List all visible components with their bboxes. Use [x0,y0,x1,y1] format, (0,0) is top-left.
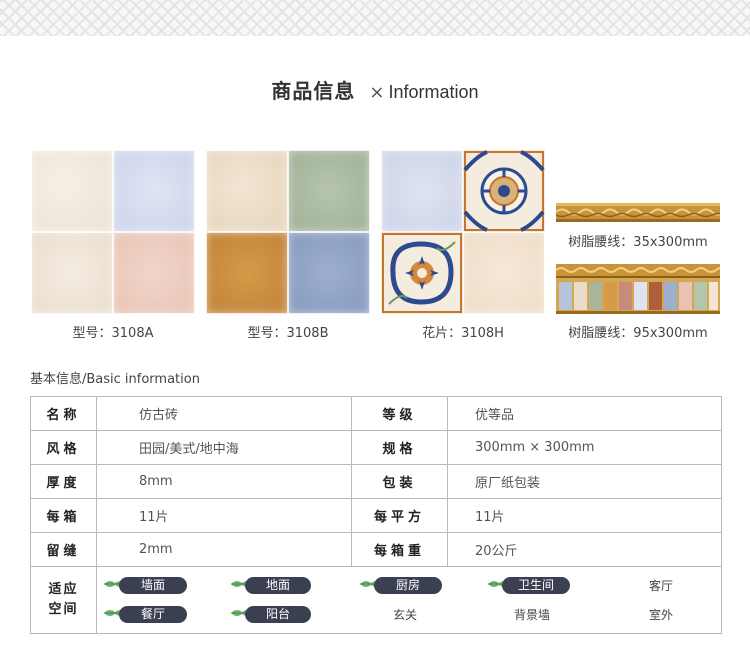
value-per-box: 11片 [96,498,352,533]
chip-wall: 墙面 [119,577,187,594]
trim-caption-35: 树脂腰线：35x300mm [568,235,708,250]
key-size: 规格 [351,430,448,465]
chip-kitchen: 厨房 [374,577,442,594]
title-english: Information [388,82,479,102]
title-chinese: 商品信息 [271,79,356,103]
value-style: 田园/美式/地中海 [96,430,352,465]
section-title: 商品信息 × Information [0,76,750,106]
chip-balcony: 阳台 [245,606,311,623]
space-entrance: 玄关 [393,608,418,622]
value-gap: 2mm [96,532,352,567]
key-gap: 留缝 [30,532,97,567]
chip-bathroom: 卫生间 [502,577,570,594]
product-image-3108a [31,150,195,314]
table-row-suitable: 适应 空间 墙面 地面 厨房 卫生间 客厅 餐厅 阳台 玄关 背景墙 室外 [30,566,722,634]
value-per-sqm: 11片 [447,498,722,533]
key-box-weight: 每箱重 [351,532,448,567]
key-per-box: 每箱 [30,498,97,533]
table-row: 每箱 11片 每平方 11片 [30,498,722,533]
product-image-3108h [381,150,545,314]
table-row: 风格 田园/美式/地中海 规格 300mm × 300mm [30,430,722,465]
title-x-mark: × [369,82,385,103]
value-box-weight: 20公斤 [447,532,722,567]
suitable-spaces-cell: 墙面 地面 厨房 卫生间 客厅 餐厅 阳台 玄关 背景墙 室外 [96,566,722,634]
product-caption-3108h: 花片：3108H [422,326,504,341]
value-thickness: 8mm [96,464,352,499]
value-packaging: 原厂纸包装 [447,464,722,499]
value-grade: 优等品 [447,396,722,431]
suitable-label-line1: 适应 [48,582,79,597]
space-outdoor: 室外 [649,608,674,622]
value-size: 300mm × 300mm [447,430,722,465]
decor-pattern-bottom-left [381,232,463,314]
suitable-label-line2: 空间 [48,602,79,617]
key-suitable-space: 适应 空间 [30,566,97,634]
table-row: 名称 仿古砖 等级 优等品 [30,396,722,431]
product-image-3108b [206,150,370,314]
decor-pattern-top-right [463,150,545,232]
key-grade: 等级 [351,396,448,431]
trim-caption-95: 树脂腰线：95x300mm [568,326,708,341]
chip-dining-room: 餐厅 [119,606,187,623]
space-living-room: 客厅 [649,579,674,593]
table-row: 厚度 8mm 包装 原厂纸包装 [30,464,722,499]
basic-info-table: 名称 仿古砖 等级 优等品 风格 田园/美式/地中海 规格 300mm × 30… [30,396,722,634]
product-caption-3108a: 型号：3108A [72,326,154,341]
decorative-header-band [0,0,750,36]
key-name: 名称 [30,396,97,431]
product-caption-3108b: 型号：3108B [247,326,329,341]
value-name: 仿古砖 [96,396,352,431]
resin-trim-95-image [556,264,720,314]
chip-floor: 地面 [245,577,311,594]
basic-info-heading: 基本信息/Basic information [30,372,200,387]
space-feature-wall: 背景墙 [514,608,551,622]
key-packaging: 包装 [351,464,448,499]
key-style: 风格 [30,430,97,465]
key-thickness: 厚度 [30,464,97,499]
table-row: 留缝 2mm 每箱重 20公斤 [30,532,722,567]
resin-trim-35-image [556,203,720,222]
key-per-sqm: 每平方 [351,498,448,533]
